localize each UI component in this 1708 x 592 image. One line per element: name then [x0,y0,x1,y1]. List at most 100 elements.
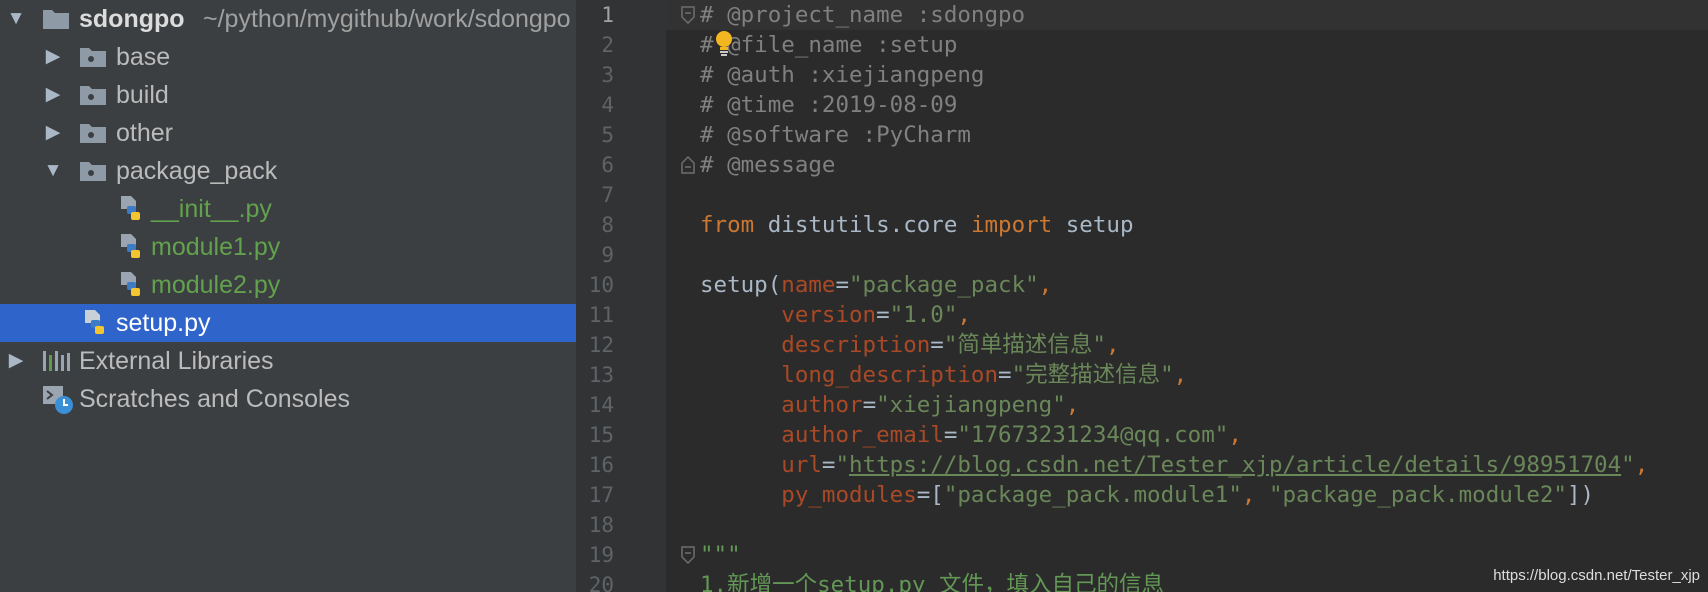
param-name: author_email [781,422,944,448]
keyword: import [970,212,1053,238]
scratches-icon [43,386,73,414]
code-line[interactable]: # @software :PyCharm [700,120,971,150]
file-label: module1.py [151,233,281,261]
line-number: 18 [588,513,614,537]
param-name: long_description [781,362,999,388]
watermark: https://blog.csdn.net/Tester_xjp [1493,567,1700,584]
tree-item-init-py[interactable]: __init__.py [0,190,576,228]
line-number: 15 [588,423,614,447]
string-value: "package_pack" [849,272,1039,298]
file-label: setup.py [116,309,211,337]
file-label: __init__.py [151,195,272,223]
lightbulb-icon[interactable] [713,30,735,58]
param-name: name [781,272,836,298]
line-number: 17 [588,483,614,507]
folder-icon [80,48,106,67]
line-number: 6 [601,153,614,177]
code-line[interactable]: # @time :2019-08-09 [700,90,957,120]
fold-icon[interactable] [680,156,696,174]
function-call: setup( [700,272,782,298]
line-number: 7 [601,183,614,207]
folder-label: package_pack [116,157,278,185]
root-path: ~/python/mygithub/work/sdongpo [203,5,571,33]
line-number: 19 [588,543,614,567]
string-value: "简单描述信息" [943,332,1106,358]
python-file-icon [121,272,140,296]
code-line[interactable]: author="xiejiangpeng", [700,390,1079,420]
tree-item-module2[interactable]: module2.py [0,266,576,304]
folder-label: other [116,119,173,147]
code-line[interactable]: description="简单描述信息", [700,330,1119,360]
fold-icon[interactable] [680,546,696,564]
param-name: description [781,332,931,358]
tree-root[interactable]: ▼ sdongpo ~/python/mygithub/work/sdongpo [0,0,576,38]
url-link[interactable]: https://blog.csdn.net/Tester_xjp/article… [849,452,1621,478]
root-name: sdongpo [79,5,185,33]
code-line[interactable]: long_description="完整描述信息", [700,360,1187,390]
line-number: 10 [588,273,614,297]
code-line[interactable]: """ [700,540,741,570]
string-value: "完整描述信息" [1011,362,1174,388]
line-number: 11 [588,303,614,327]
code-line[interactable]: 1.新增一个setup.py 文件，填入自己的信息 [700,570,1164,592]
line-number: 3 [601,63,614,87]
tree-item-module1[interactable]: module1.py [0,228,576,266]
python-file-icon [121,196,140,220]
line-number: 13 [588,363,614,387]
folder-icon [80,162,106,181]
code-line[interactable]: url="https://blog.csdn.net/Tester_xjp/ar… [700,450,1648,480]
tree-item-scratches[interactable]: Scratches and Consoles [0,380,576,418]
tree-item-base[interactable]: ▶ base [0,38,576,76]
param-name: version [781,302,877,328]
tree-item-build[interactable]: ▶ build [0,76,576,114]
scratches-label: Scratches and Consoles [79,385,350,413]
line-number: 5 [601,123,614,147]
expand-arrow-icon[interactable]: ▶ [41,38,65,76]
param-name: url [781,452,822,478]
string-value: "1.0" [889,302,958,328]
line-number: 16 [588,453,614,477]
line-number: 1 [601,3,614,27]
identifier: setup [1065,212,1134,238]
code-line[interactable]: setup(name="package_pack", [700,270,1052,300]
folder-icon [80,124,106,143]
code-line[interactable]: version="1.0", [700,300,971,330]
tree-item-package-pack[interactable]: ▼ package_pack [0,152,576,190]
collapse-arrow-icon[interactable]: ▼ [4,0,28,38]
string-value: "package_pack.module2" [1268,482,1567,508]
line-number: 14 [588,393,614,417]
folder-label: base [116,43,171,71]
code-line[interactable]: py_modules=["package_pack.module1", "pac… [700,480,1594,510]
folder-label: build [116,81,169,109]
line-number: 20 [588,573,614,592]
folder-icon [43,10,69,29]
folder-icon [80,86,106,105]
code-line[interactable]: from distutils.core import setup [700,210,1134,240]
expand-arrow-icon[interactable]: ▶ [41,76,65,114]
code-line[interactable]: # @message [700,150,835,180]
code-line[interactable]: # @file_name :setup [700,30,957,60]
python-file-icon [85,310,104,334]
string-value: "xiejiangpeng" [876,392,1066,418]
code-editor[interactable]: 1 2 3 4 5 6 7 8 9 10 11 12 13 14 15 16 1… [576,0,1708,592]
tree-item-external-libraries[interactable]: ▶ External Libraries [0,342,576,380]
expand-arrow-icon[interactable]: ▶ [41,114,65,152]
string-value: "17673231234@qq.com" [957,422,1229,448]
code-line[interactable]: author_email="17673231234@qq.com", [700,420,1242,450]
file-label: module2.py [151,271,281,299]
expand-arrow-icon[interactable]: ▶ [4,342,28,380]
tree-item-setup-py[interactable]: setup.py [0,304,576,342]
keyword: from [700,212,755,238]
fold-icon[interactable] [680,6,696,24]
line-number: 2 [601,33,614,57]
collapse-arrow-icon[interactable]: ▼ [41,152,65,190]
code-line[interactable]: # @auth :xiejiangpeng [700,60,984,90]
tree-item-other[interactable]: ▶ other [0,114,576,152]
param-name: py_modules [781,482,917,508]
code-line[interactable]: # @project_name :sdongpo [700,0,1025,30]
module-name: distutils.core [767,212,958,238]
param-name: author [781,392,863,418]
python-file-icon [121,234,140,258]
library-icon [43,351,70,371]
string-value: "package_pack.module1" [943,482,1242,508]
